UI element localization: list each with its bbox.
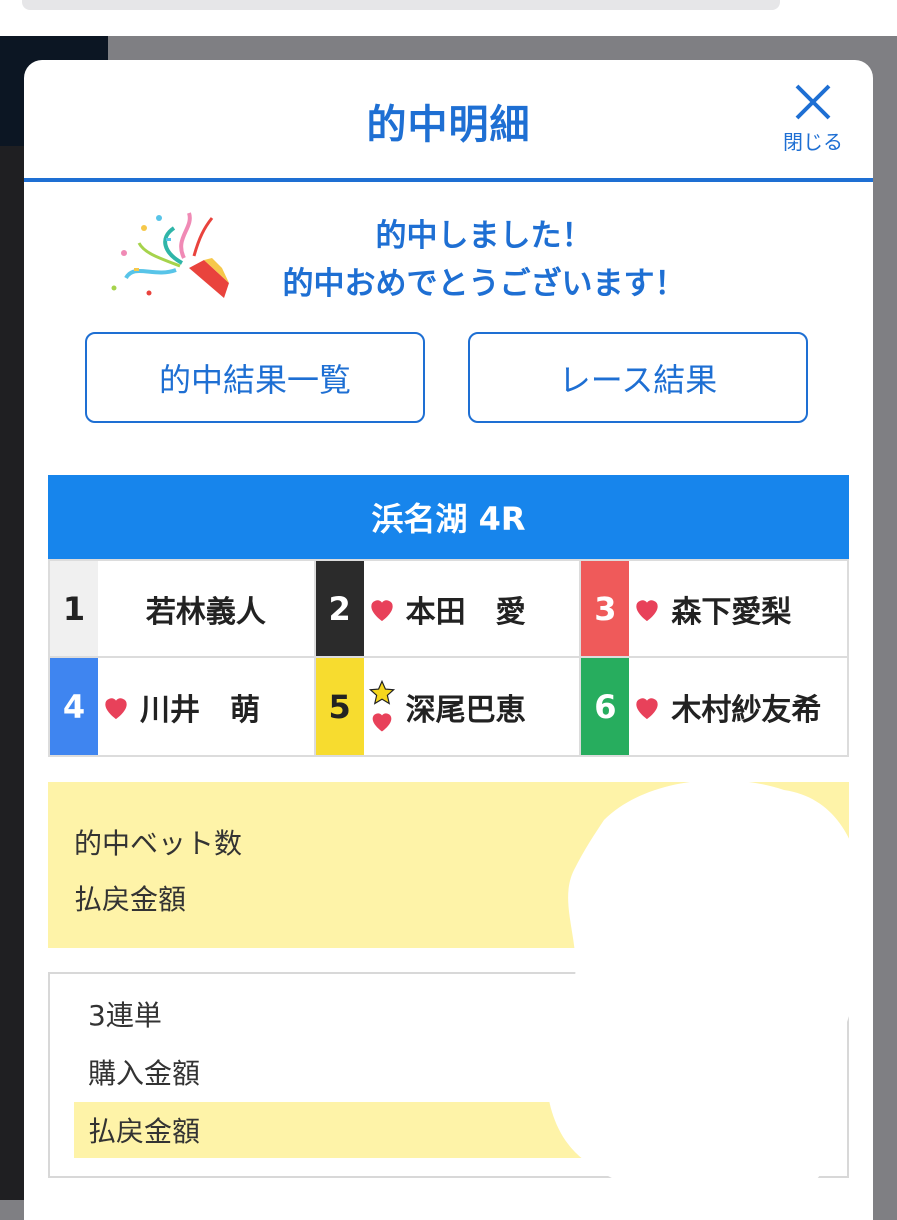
bet-type-label: 3連単 <box>88 999 162 1032</box>
racer-cell: 1 若林義人 <box>50 561 316 658</box>
hit-results-list-button[interactable]: 的中結果一覧 <box>85 332 425 423</box>
racer-cell: 6 木村紗友希 <box>581 658 847 755</box>
heart-icon <box>636 697 658 719</box>
browser-address-pill <box>22 0 780 10</box>
racer-number: 3 <box>581 561 630 656</box>
browser-top-bar <box>0 0 897 36</box>
summary-payout-label: 払戻金額 <box>74 883 187 916</box>
racer-name: 川井 萌 <box>140 692 260 728</box>
modal-title: 的中明細 <box>366 102 531 148</box>
racer-cell: 5 深尾巴恵 <box>315 658 582 755</box>
hit-bet-count-label: 的中ベット数 <box>74 827 243 860</box>
close-button[interactable]: 閉じる <box>775 82 851 156</box>
racer-number: 2 <box>315 561 364 656</box>
racer-cell: 3 森下愛梨 <box>581 561 847 658</box>
party-popper-icon <box>111 212 229 298</box>
action-buttons: 的中結果一覧 レース結果 <box>85 332 810 426</box>
heart-icon <box>636 599 658 621</box>
racer-grid: 1 若林義人 2 本田 愛 3 森下愛梨 4 川井 萌 5 深尾巴恵 6 木村紗友希 <box>48 559 849 757</box>
race-title: 浜名湖 4R <box>48 475 849 559</box>
star-icon <box>368 679 395 705</box>
modal-header: 的中明細 閉じる <box>24 60 873 182</box>
racer-marks <box>364 593 400 625</box>
racer-name: 木村紗友希 <box>671 692 822 728</box>
background-left-strip <box>0 146 24 1200</box>
racer-marks <box>629 691 665 723</box>
racer-name: 若林義人 <box>145 594 266 630</box>
redaction-scribble <box>546 780 867 1211</box>
heart-icon <box>105 697 127 719</box>
racer-number: 5 <box>315 658 364 755</box>
racer-marks <box>98 691 134 723</box>
congrats-section: 的中しました！ 的中おめでとうございます！ <box>24 182 873 332</box>
racer-name: 深尾巴恵 <box>405 692 526 728</box>
congrats-message: 的中しました！ 的中おめでとうございます！ <box>234 212 734 308</box>
racer-marks <box>364 679 400 735</box>
racer-number: 4 <box>50 658 98 755</box>
purchase-amount-label: 購入金額 <box>88 1057 201 1090</box>
close-label: 閉じる <box>783 130 843 154</box>
congrats-line-1: 的中しました！ <box>375 218 593 254</box>
close-icon <box>795 84 831 120</box>
detail-payout-label: 払戻金額 <box>88 1115 201 1148</box>
congrats-line-2: 的中おめでとうございます！ <box>282 266 686 302</box>
racer-marks <box>629 593 665 625</box>
race-results-button[interactable]: レース結果 <box>468 332 808 423</box>
racer-number: 6 <box>581 658 630 755</box>
heart-icon <box>370 599 393 621</box>
racer-cell: 2 本田 愛 <box>315 561 582 658</box>
racer-name: 森下愛梨 <box>671 594 792 630</box>
hit-details-modal: 的中明細 閉じる 的中しました！ 的中おめでとうございます！ 的中結果一覧 レー… <box>24 60 873 1220</box>
racer-number: 1 <box>50 561 98 656</box>
heart-icon <box>372 712 391 731</box>
racer-cell: 4 川井 萌 <box>50 658 316 755</box>
racer-name: 本田 愛 <box>405 594 526 630</box>
